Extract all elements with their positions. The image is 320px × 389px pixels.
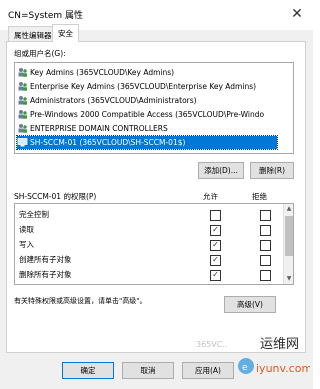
list-item[interactable]: ENTERPRISE DOMAIN CONTROLLERS xyxy=(17,122,277,135)
deny-checkbox[interactable] xyxy=(260,270,271,281)
list-item-label: ENTERPRISE DOMAIN CONTROLLERS xyxy=(30,124,168,133)
permission-row: 完全控制 xyxy=(19,208,293,222)
permission-row: 写入 ✓ xyxy=(19,238,293,252)
allow-checkbox[interactable]: ✓ xyxy=(210,255,221,266)
apply-button[interactable]: 应用(A) xyxy=(182,362,234,379)
scroll-down-icon[interactable]: ▼ xyxy=(284,275,293,282)
cancel-button[interactable]: 取消 xyxy=(122,362,174,379)
permission-row: 删除所有子对象 ✓ xyxy=(19,268,293,282)
svg-text:e: e xyxy=(242,363,248,373)
watermark-text: 365VC.. xyxy=(196,340,228,349)
list-item-label: SH-SCCM-01 (365VCLOUD\SH-SCCM-01$) xyxy=(30,138,186,147)
remove-button[interactable]: 删除(R) xyxy=(250,162,294,179)
group-icon xyxy=(18,110,27,119)
window-title: CN=System 属性 xyxy=(8,11,83,21)
permission-name: 创建所有子对象 xyxy=(19,255,72,264)
permission-name: 写入 xyxy=(19,240,34,249)
site-logo-watermark: e 运维网 iyunv.com xyxy=(238,337,310,375)
advanced-button[interactable]: 高级(V) xyxy=(224,296,276,313)
deny-checkbox[interactable] xyxy=(260,255,271,266)
permissions-label: SH-SCCM-01 的权限(P) xyxy=(14,192,97,201)
permission-name: 完全控制 xyxy=(19,210,49,219)
list-item-label: Key Admins (365VCLOUD\Key Admins) xyxy=(30,68,175,77)
close-button[interactable]: ✕ xyxy=(288,6,306,22)
list-item[interactable]: Key Admins (365VCLOUD\Key Admins) xyxy=(17,66,277,79)
computer-icon xyxy=(17,138,28,147)
permission-row: 读取 ✓ xyxy=(19,223,293,237)
permission-name: 读取 xyxy=(19,225,34,234)
allow-checkbox[interactable]: ✓ xyxy=(210,225,221,236)
permission-row: 创建所有子对象 ✓ xyxy=(19,253,293,267)
allow-checkbox[interactable] xyxy=(210,210,221,221)
group-icon xyxy=(18,124,27,133)
scroll-thumb[interactable] xyxy=(285,216,293,256)
group-icon xyxy=(18,68,27,77)
permissions-table: 完全控制 读取 ✓ 写入 ✓ 创建所有子对象 ✓ 删除所有子对象 ✓ ▲ ▼ xyxy=(14,203,294,285)
svg-text:iyunv.com: iyunv.com xyxy=(256,362,310,375)
group-icon xyxy=(18,96,27,105)
deny-checkbox[interactable] xyxy=(260,225,271,236)
tab-security[interactable]: 安全 xyxy=(52,24,79,42)
add-button[interactable]: 添加(D)... xyxy=(198,162,244,179)
principals-label: 组或用户名(G): xyxy=(14,49,66,58)
list-item[interactable]: Enterprise Key Admins (365VCLOUD\Enterpr… xyxy=(17,80,277,93)
deny-header: 拒绝 xyxy=(252,192,267,201)
permission-name: 删除所有子对象 xyxy=(19,270,72,279)
list-item[interactable]: Administrators (365VCLOUD\Administrators… xyxy=(17,94,277,107)
allow-header: 允许 xyxy=(203,192,218,201)
allow-checkbox[interactable]: ✓ xyxy=(210,270,221,281)
principals-list[interactable]: Key Admins (365VCLOUD\Key Admins) Enterp… xyxy=(14,62,294,154)
svg-text:运维网: 运维网 xyxy=(260,337,299,352)
tab-attribute-editor[interactable]: 属性编辑器 xyxy=(8,26,58,42)
list-item-selected[interactable]: SH-SCCM-01 (365VCLOUD\SH-SCCM-01$) xyxy=(16,135,278,150)
list-item-label: Enterprise Key Admins (365VCLOUD\Enterpr… xyxy=(30,82,257,91)
list-item-label: Administrators (365VCLOUD\Administrators… xyxy=(30,96,197,105)
ok-button[interactable]: 确定 xyxy=(62,362,114,379)
allow-checkbox[interactable]: ✓ xyxy=(210,240,221,251)
advanced-hint: 有关特殊权限或高级设置，请单击"高级"。 xyxy=(14,297,147,305)
list-item-label: Pre-Windows 2000 Compatible Access (365V… xyxy=(30,110,265,119)
list-item[interactable]: Pre-Windows 2000 Compatible Access (365V… xyxy=(17,108,277,121)
group-icon xyxy=(18,82,27,91)
permissions-scrollbar[interactable]: ▲ ▼ xyxy=(283,204,293,284)
scroll-up-icon[interactable]: ▲ xyxy=(284,205,293,212)
deny-checkbox[interactable] xyxy=(260,240,271,251)
deny-checkbox[interactable] xyxy=(260,210,271,221)
